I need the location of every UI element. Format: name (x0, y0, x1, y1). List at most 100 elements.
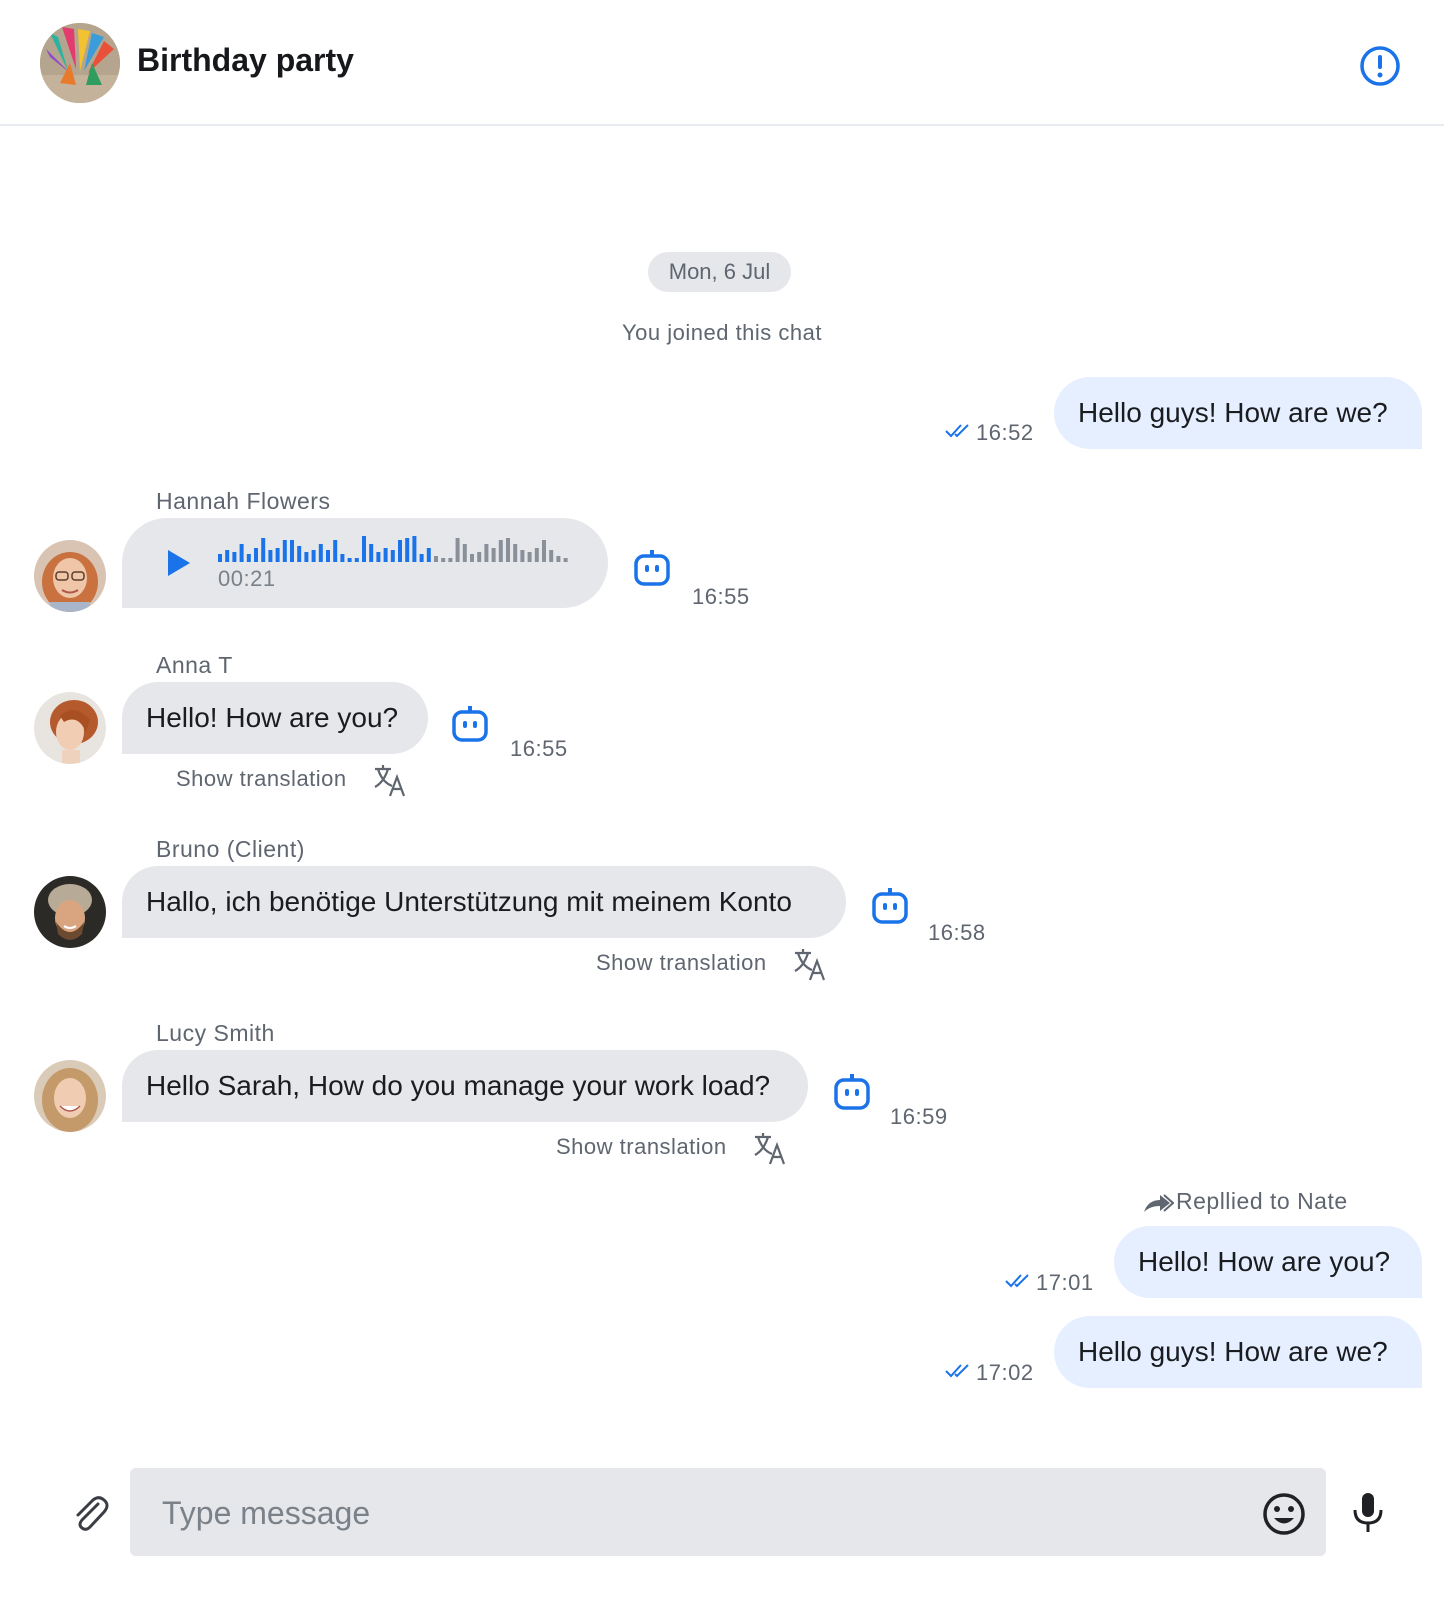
show-translation-button[interactable]: Show translation (176, 762, 416, 798)
show-translation-button[interactable]: Show translation (556, 1130, 796, 1166)
waveform-bar (246, 554, 251, 562)
message-composer (130, 1468, 1326, 1558)
bot-icon[interactable] (832, 1072, 872, 1112)
double-check-icon (945, 424, 969, 438)
waveform-bar (261, 538, 266, 562)
waveform-bar (383, 548, 388, 562)
waveform-bar (477, 552, 482, 562)
date-separator: Mon, 6 Jul (648, 252, 791, 292)
waveform-bar (542, 540, 546, 562)
waveform-bar (455, 538, 460, 562)
show-translation-label: Show translation (556, 1134, 727, 1159)
avatar[interactable] (34, 876, 106, 948)
audio-waveform[interactable] (218, 536, 578, 562)
waveform-bar (225, 550, 230, 562)
reply-label: Repllied to Nate (1176, 1188, 1348, 1214)
message-time: 16:55 (510, 736, 568, 761)
smiley-icon[interactable] (1262, 1492, 1306, 1536)
sender-name: Lucy Smith (156, 1020, 275, 1046)
info-circle-icon[interactable] (1358, 44, 1402, 88)
waveform-bar (333, 540, 338, 562)
voice-message-bubble[interactable]: 00:21 (122, 518, 608, 608)
waveform-bar (290, 540, 294, 562)
bot-icon[interactable] (450, 704, 490, 744)
translate-icon (794, 949, 826, 981)
waveform-bar (448, 558, 453, 562)
chat-header: Birthday party (0, 0, 1444, 126)
waveform-bar (275, 548, 280, 562)
play-icon[interactable] (166, 548, 192, 578)
waveform-bar (441, 558, 446, 562)
outgoing-message-bubble[interactable]: Hello guys! How are we? (1054, 377, 1422, 449)
waveform-bar (218, 554, 222, 562)
waveform-bar (462, 544, 467, 562)
group-avatar[interactable] (40, 23, 120, 103)
bot-icon[interactable] (870, 886, 910, 926)
waveform-bar (254, 548, 258, 562)
waveform-bar (520, 550, 525, 562)
microphone-icon[interactable] (1348, 1490, 1388, 1534)
message-time: 16:55 (692, 584, 750, 609)
avatar[interactable] (34, 1060, 106, 1132)
waveform-bar (534, 548, 539, 562)
waveform-bar (491, 548, 496, 562)
message-time: 17:01 (1036, 1270, 1094, 1295)
waveform-bar (426, 548, 431, 562)
waveform-bar (232, 552, 237, 562)
message-time: 16:58 (928, 920, 986, 945)
waveform-bar (376, 552, 381, 562)
show-translation-button[interactable]: Show translation (596, 946, 836, 982)
waveform-bar (326, 550, 330, 562)
waveform-bar (412, 536, 417, 562)
waveform-bar (354, 558, 359, 562)
double-check-icon (1005, 1274, 1029, 1288)
message-time: 16:59 (890, 1104, 948, 1129)
waveform-bar (347, 558, 352, 562)
message-input[interactable] (160, 1468, 1184, 1558)
outgoing-message-bubble[interactable]: Hello! How are you? (1114, 1226, 1422, 1298)
show-translation-label: Show translation (176, 766, 347, 791)
waveform-bar (362, 536, 366, 562)
outgoing-message-bubble[interactable]: Hello guys! How are we? (1054, 1316, 1422, 1388)
waveform-bar (513, 544, 518, 562)
incoming-message-bubble[interactable]: Hello Sarah, How do you manage your work… (122, 1050, 808, 1122)
show-translation-label: Show translation (596, 950, 767, 975)
waveform-bar (239, 544, 244, 562)
waveform-bar (340, 554, 345, 562)
waveform-bar (398, 540, 402, 562)
waveform-bar (563, 558, 568, 562)
waveform-bar (318, 544, 323, 562)
waveform-bar (498, 540, 503, 562)
waveform-bar (556, 556, 561, 562)
waveform-bar (419, 554, 424, 562)
bot-icon[interactable] (632, 548, 672, 588)
translate-icon (374, 765, 406, 797)
waveform-bar (282, 540, 287, 562)
message-time: 16:52 (976, 420, 1034, 445)
paperclip-icon[interactable] (68, 1492, 112, 1536)
waveform-bar (369, 544, 374, 562)
incoming-message-bubble[interactable]: Hallo, ich benötige Unterstützung mit me… (122, 866, 846, 938)
waveform-bar (506, 538, 510, 562)
waveform-bar (268, 550, 273, 562)
double-check-icon (945, 1364, 969, 1378)
waveform-bar (549, 550, 554, 562)
chat-title: Birthday party (137, 42, 354, 78)
waveform-bar (527, 552, 532, 562)
avatar[interactable] (34, 540, 106, 612)
avatar[interactable] (34, 692, 106, 764)
waveform-bar (405, 538, 410, 562)
system-message: You joined this chat (622, 320, 822, 345)
incoming-message-bubble[interactable]: Hello! How are you? (122, 682, 428, 754)
waveform-bar (297, 546, 302, 562)
waveform-bar (470, 554, 474, 562)
translate-icon (754, 1133, 786, 1165)
message-time: 17:02 (976, 1360, 1034, 1385)
waveform-bar (390, 550, 395, 562)
sender-name: Hannah Flowers (156, 488, 331, 514)
waveform-bar (434, 556, 438, 562)
reply-arrow-icon (1144, 1194, 1174, 1212)
waveform-bar (484, 544, 489, 562)
sender-name: Anna T (156, 652, 233, 678)
waveform-bar (311, 550, 316, 562)
